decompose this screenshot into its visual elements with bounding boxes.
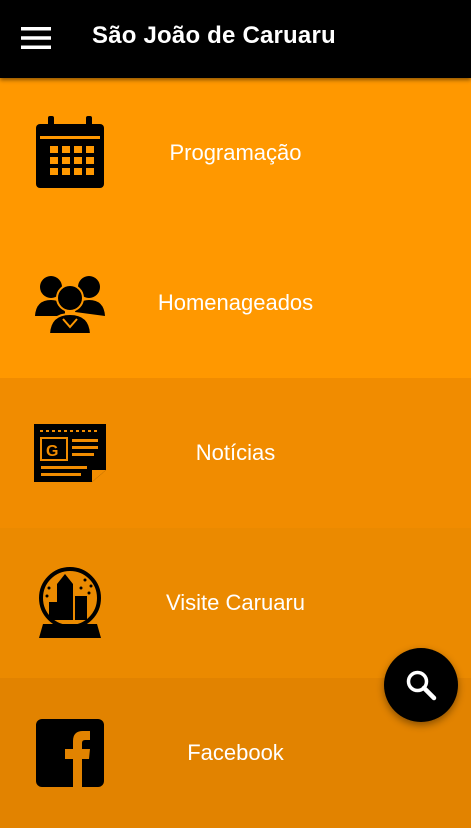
list-item-label: Notícias (195, 440, 276, 465)
search-icon (406, 670, 437, 701)
list-item-label: Homenageados (157, 290, 314, 315)
list-item-noticias[interactable]: G Notícias (0, 378, 471, 528)
list-item-label: Programação (169, 140, 302, 165)
list-item-label: Facebook (187, 740, 284, 765)
search-fab-button[interactable] (384, 648, 458, 722)
menu-button[interactable] (16, 20, 56, 56)
list-item-homenageados[interactable]: Homenageados (0, 228, 471, 378)
list-item-label: Visite Caruaru (166, 590, 305, 615)
menu-icon (21, 27, 51, 49)
list-item-programacao[interactable]: Programação (0, 78, 471, 228)
app-bar: São João de Caruaru (0, 0, 471, 78)
app-title: São João de Caruaru (92, 22, 336, 49)
